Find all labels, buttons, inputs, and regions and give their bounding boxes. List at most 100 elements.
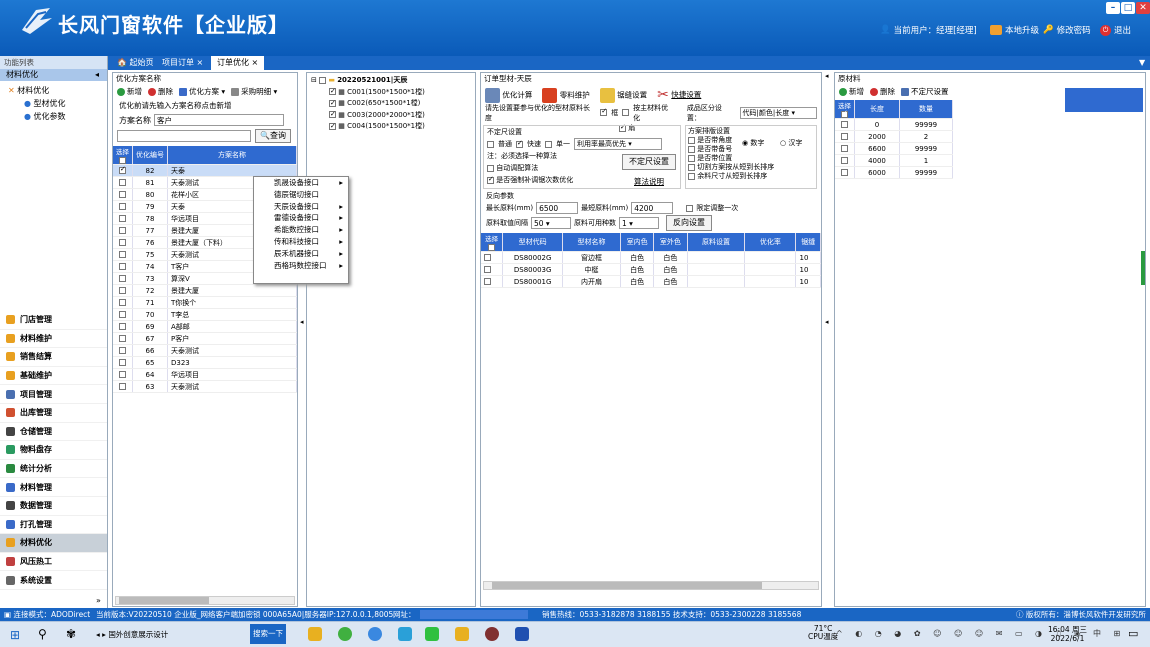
row-checkbox-cell[interactable]: [113, 212, 133, 225]
row-checkbox-cell[interactable]: [113, 176, 133, 189]
tree-checkbox[interactable]: [329, 122, 336, 130]
tree-root-material-optimize[interactable]: ✕ 材料优化: [8, 84, 107, 97]
row-checkbox[interactable]: [119, 263, 126, 270]
maximize-button[interactable]: □: [1121, 2, 1135, 14]
menu-item[interactable]: 基础维护: [0, 367, 107, 386]
checkbox[interactable]: [688, 172, 695, 180]
row-checkbox[interactable]: [841, 121, 848, 128]
by-material-checkbox[interactable]: [622, 109, 630, 116]
select-all-checkbox[interactable]: [488, 243, 496, 251]
row-checkbox[interactable]: [119, 179, 126, 186]
taskbar-changfeng-icon[interactable]: [515, 627, 529, 641]
site-link[interactable]: [420, 610, 528, 619]
menu-item[interactable]: 销售结算: [0, 348, 107, 367]
row-checkbox[interactable]: [841, 157, 848, 164]
quick-setting-button[interactable]: ✂ 快捷设置: [657, 87, 701, 103]
upgrade-button[interactable]: 本地升级: [990, 22, 1039, 38]
tree-checkbox[interactable]: [329, 99, 336, 107]
row-checkbox[interactable]: [841, 133, 848, 140]
row-checkbox[interactable]: [119, 299, 126, 306]
col-plan-name[interactable]: 方案名称: [167, 146, 297, 165]
col-header[interactable]: 原料设置: [687, 233, 746, 252]
windows-start-icon[interactable]: ⊞: [10, 628, 20, 642]
limit-checkbox[interactable]: [686, 204, 694, 212]
plan-hscrollbar[interactable]: [115, 596, 295, 605]
select-all-checkbox[interactable]: [119, 156, 126, 164]
row-checkbox[interactable]: [119, 167, 126, 174]
new-plan-button[interactable]: 新增: [117, 86, 142, 97]
gap-select[interactable]: 50 ▾: [531, 217, 571, 229]
menu-item[interactable]: 出库管理: [0, 404, 107, 423]
context-menu-item[interactable]: 传和科技接口 ▸: [254, 236, 348, 248]
row-checkbox[interactable]: [119, 311, 126, 318]
kinds-select[interactable]: 1 ▾: [619, 217, 659, 229]
row-checkbox[interactable]: [119, 323, 126, 330]
menu-item[interactable]: 仓储管理: [0, 423, 107, 442]
col-header[interactable]: 型材代码: [502, 233, 564, 252]
row-checkbox-cell[interactable]: [113, 344, 133, 357]
optimize-plan-button[interactable]: 优化方案 ▾: [179, 86, 225, 97]
row-checkbox-cell[interactable]: [113, 236, 133, 249]
delete-plan-button[interactable]: 删除: [148, 86, 173, 97]
table-row[interactable]: 2000 2: [835, 130, 954, 143]
menu-item[interactable]: 物料盘存: [0, 441, 107, 460]
table-row[interactable]: 4000 1: [835, 154, 954, 167]
row-checkbox[interactable]: [119, 371, 126, 378]
table-row[interactable]: 69 A部邮: [113, 320, 297, 333]
checkbox[interactable]: [688, 145, 695, 153]
tree-item-window[interactable]: ▦ C002(650*1500*1樘): [311, 98, 471, 110]
row-checkbox[interactable]: [119, 227, 126, 234]
tab-close-icon[interactable]: ×: [197, 58, 204, 67]
row-checkbox-cell[interactable]: [113, 356, 133, 369]
menu-item[interactable]: 数据管理: [0, 497, 107, 516]
table-row[interactable]: 0 99999: [835, 118, 954, 131]
context-menu-item[interactable]: 凯晟设备接口 ▸: [254, 177, 348, 189]
tree-root-order[interactable]: ⊟ ▬ 20220521001|天辰: [311, 75, 471, 87]
table-row[interactable]: 67 P客户: [113, 332, 297, 345]
row-checkbox-cell[interactable]: [113, 332, 133, 345]
menu-item[interactable]: 门店管理: [0, 311, 107, 330]
frame-checkbox[interactable]: [600, 109, 608, 116]
sort-item-rest[interactable]: 余料尺寸从短到长排序: [688, 172, 814, 181]
row-checkbox-cell[interactable]: [113, 248, 133, 261]
fast-checkbox[interactable]: [516, 140, 523, 148]
row-checkbox[interactable]: [119, 239, 126, 246]
collapse-icon[interactable]: ◂: [95, 69, 107, 81]
row-checkbox-cell[interactable]: [835, 154, 855, 167]
table-row[interactable]: DS80003G 中梃 白色 白色 10: [481, 263, 821, 276]
row-checkbox[interactable]: [119, 383, 126, 390]
scrap-maintain-button[interactable]: 零料维护: [542, 87, 590, 103]
single-checkbox[interactable]: [545, 140, 552, 148]
notification-icon[interactable]: ▭: [1128, 627, 1138, 640]
table-row[interactable]: 82天泰: [113, 164, 297, 177]
tree-item-profile-optimize[interactable]: ● 型材优化: [8, 97, 107, 110]
raw-vscroll-thumb[interactable]: [1141, 251, 1145, 285]
row-checkbox-cell[interactable]: [113, 308, 133, 321]
row-checkbox-cell[interactable]: [113, 272, 133, 285]
table-row[interactable]: 72 景建大厦: [113, 284, 297, 297]
raw-delete-button[interactable]: 删除: [870, 86, 895, 97]
context-menu-item[interactable]: 西格玛数控接口 ▸: [254, 260, 348, 272]
context-menu-item[interactable]: 希能数控接口 ▸: [254, 224, 348, 236]
taskbar-edge-icon[interactable]: [368, 627, 382, 641]
splitter-handle[interactable]: ◂: [825, 318, 829, 326]
minimize-button[interactable]: –: [1106, 2, 1120, 14]
exit-button[interactable]: ⏻ 退出: [1100, 22, 1131, 38]
row-checkbox[interactable]: [841, 169, 848, 176]
row-checkbox[interactable]: [119, 275, 126, 282]
algo-desc-link[interactable]: 算法说明: [634, 176, 664, 187]
splitter-handle[interactable]: ◂: [300, 318, 304, 326]
row-checkbox-cell[interactable]: [835, 142, 855, 155]
row-checkbox-cell[interactable]: [113, 296, 133, 309]
table-row[interactable]: 71 T你换个: [113, 296, 297, 309]
radio-chinese[interactable]: ○ 汉字: [780, 139, 802, 148]
context-menu-item[interactable]: 天辰设备接口 ▸: [254, 201, 348, 213]
menu-item[interactable]: 统计分析: [0, 460, 107, 479]
menu-item[interactable]: 风压热工: [0, 553, 107, 572]
col-header[interactable]: 选择: [481, 233, 504, 252]
kerf-setting-button[interactable]: 锯缝设置: [599, 87, 647, 103]
col-header[interactable]: 室外色: [653, 233, 688, 252]
table-row[interactable]: 6000 99999: [835, 166, 954, 179]
col-header[interactable]: 型材名称: [562, 233, 621, 252]
menu-item[interactable]: 系统设置: [0, 571, 107, 590]
